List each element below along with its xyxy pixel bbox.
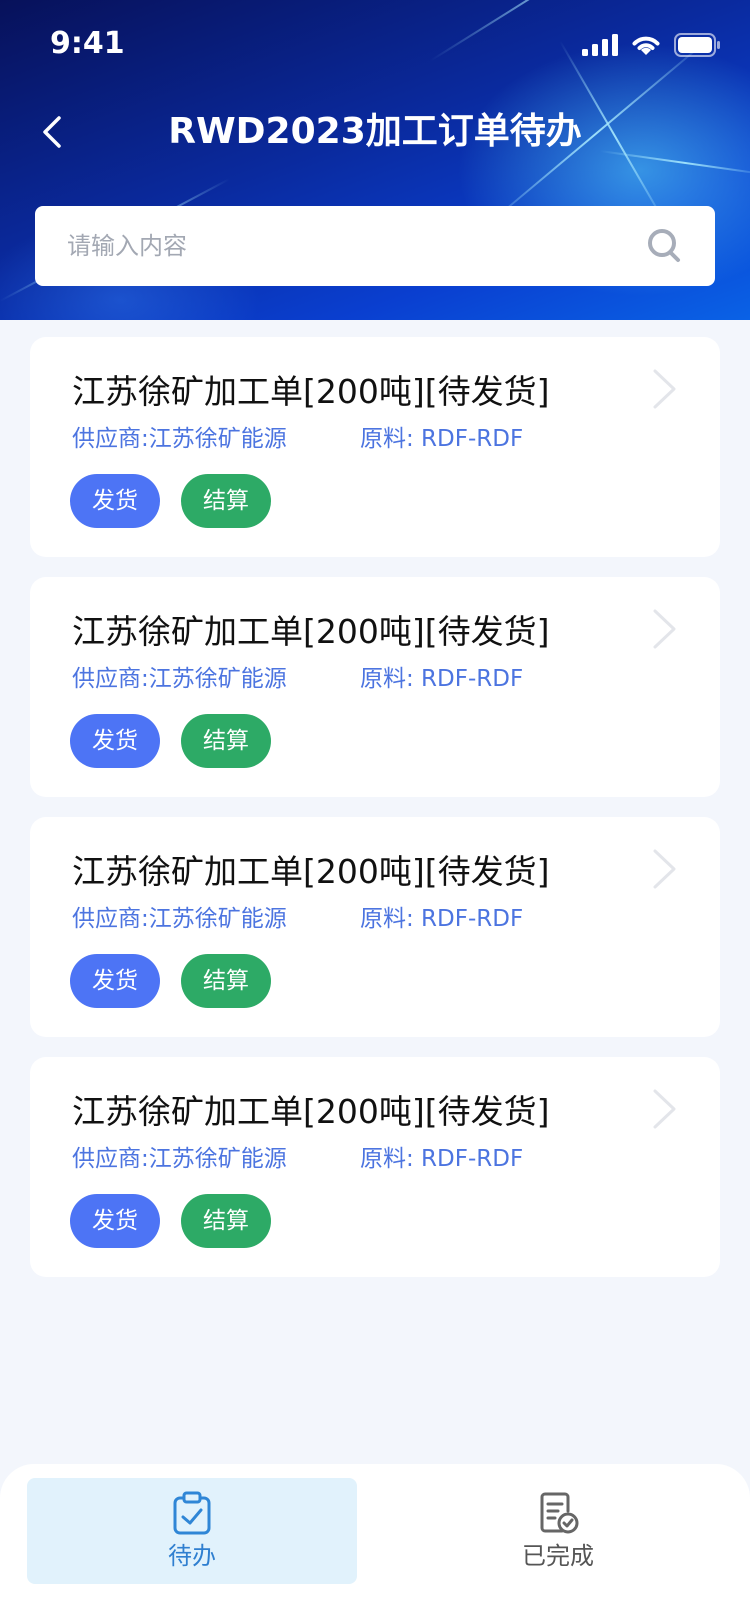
settle-button[interactable]: 结算 [181,954,271,1008]
order-list: 江苏徐矿加工单[200吨][待发货] 供应商:江苏徐矿能源 原料: RDF-RD… [30,337,720,1297]
tab-todo[interactable]: 待办 [27,1478,357,1584]
order-supplier: 供应商:江苏徐矿能源 [72,666,287,692]
order-card[interactable]: 江苏徐矿加工单[200吨][待发货] 供应商:江苏徐矿能源 原料: RDF-RD… [30,817,720,1037]
order-title: 江苏徐矿加工单[200吨][待发货] [72,372,550,411]
tab-done[interactable]: 已完成 [393,1478,723,1584]
search-icon[interactable] [645,226,685,266]
order-supplier: 供应商:江苏徐矿能源 [72,906,287,932]
order-supplier: 供应商:江苏徐矿能源 [72,1146,287,1172]
search-bar [35,206,715,286]
tab-todo-label: 待办 [168,1542,216,1570]
chevron-right-icon[interactable] [650,1087,680,1131]
order-material: 原料: RDF-RDF [360,666,524,692]
order-material: 原料: RDF-RDF [360,1146,524,1172]
status-time: 9:41 [50,26,125,61]
status-icons [582,30,720,60]
battery-icon [674,33,720,57]
ship-button[interactable]: 发货 [70,474,160,528]
bottom-tab-bar: 待办 已完成 [0,1464,750,1624]
tab-done-label: 已完成 [522,1542,594,1570]
chevron-right-icon[interactable] [650,607,680,651]
wifi-icon [632,36,660,55]
chevron-right-icon[interactable] [650,367,680,411]
order-material: 原料: RDF-RDF [360,906,524,932]
order-supplier: 供应商:江苏徐矿能源 [72,426,287,452]
settle-button[interactable]: 结算 [181,714,271,768]
order-card[interactable]: 江苏徐矿加工单[200吨][待发货] 供应商:江苏徐矿能源 原料: RDF-RD… [30,577,720,797]
order-title: 江苏徐矿加工单[200吨][待发货] [72,852,550,891]
order-title: 江苏徐矿加工单[200吨][待发货] [72,1092,550,1131]
order-card[interactable]: 江苏徐矿加工单[200吨][待发货] 供应商:江苏徐矿能源 原料: RDF-RD… [30,337,720,557]
page-title: RWD2023加工订单待办 [168,111,582,152]
order-title: 江苏徐矿加工单[200吨][待发货] [72,612,550,651]
ship-button[interactable]: 发货 [70,954,160,1008]
settle-button[interactable]: 结算 [181,474,271,528]
cellular-signal-icon [582,34,618,56]
ship-button[interactable]: 发货 [70,714,160,768]
chevron-right-icon[interactable] [650,847,680,891]
search-input[interactable] [67,232,645,260]
order-card[interactable]: 江苏徐矿加工单[200吨][待发货] 供应商:江苏徐矿能源 原料: RDF-RD… [30,1057,720,1277]
ship-button[interactable]: 发货 [70,1194,160,1248]
document-check-icon [540,1492,579,1534]
clipboard-check-icon [173,1491,211,1535]
settle-button[interactable]: 结算 [181,1194,271,1248]
order-material: 原料: RDF-RDF [360,426,524,452]
header-banner: 9:41 RWD2023加工订单待办 [0,0,750,320]
